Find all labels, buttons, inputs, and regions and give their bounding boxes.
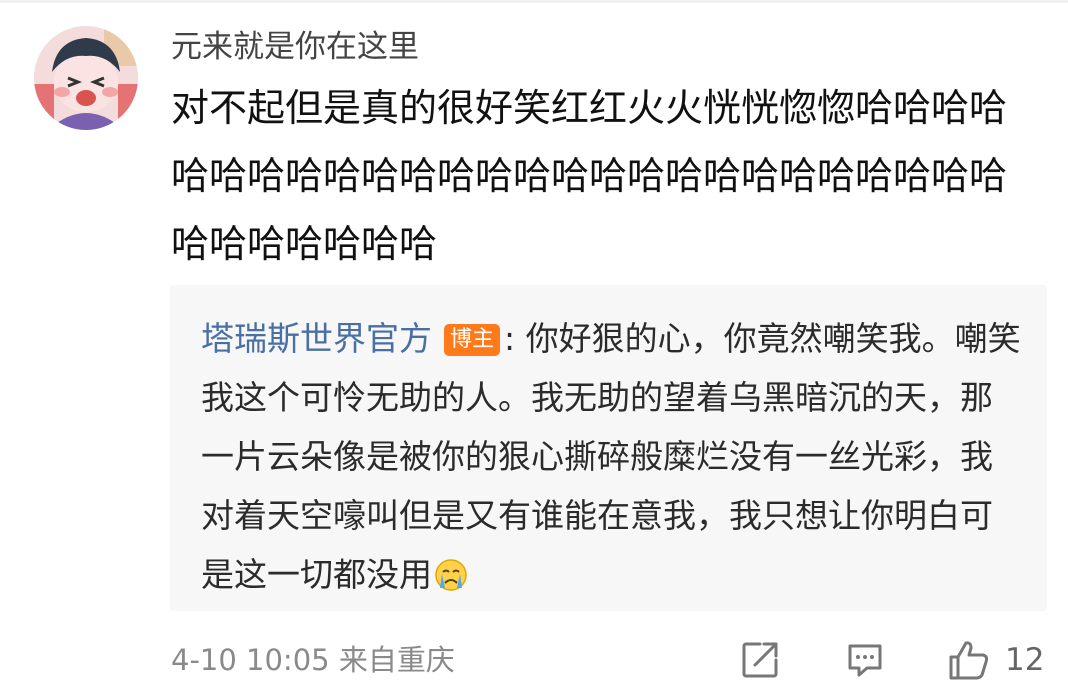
- crying-emoji-icon: [434, 551, 468, 591]
- share-icon: [742, 642, 778, 678]
- reply-content: 塔瑞斯世界官方 博主: 你好狠的心，你竟然嘲笑我。嘲笑我这个可怜无助的人。我无助的…: [201, 309, 1021, 604]
- like-button[interactable]: 12: [947, 638, 1044, 682]
- reply-button[interactable]: [845, 638, 885, 682]
- avatar-image: [34, 26, 138, 130]
- comment-text: 对不起但是真的很好笑红红火火恍恍惚惚哈哈哈哈哈哈哈哈哈哈哈哈哈哈哈哈哈哈哈哈哈哈…: [171, 86, 1008, 266]
- comment-icon: [848, 644, 882, 677]
- thumbs-up-icon: [949, 641, 989, 680]
- share-button[interactable]: [740, 638, 780, 682]
- reply-text: 你好狠的心，你竟然嘲笑我。嘲笑我这个可怜无助的人。我无助的望着乌黑暗沉的天，那一…: [201, 319, 1021, 594]
- comment-username[interactable]: 元来就是你在这里: [171, 24, 419, 70]
- comment-card: 元来就是你在这里 对不起但是真的很好笑红红火火恍恍惚惚哈哈哈哈哈哈哈哈哈哈哈哈哈…: [0, 0, 1068, 696]
- reply-box[interactable]: 塔瑞斯世界官方 博主: 你好狠的心，你竟然嘲笑我。嘲笑我这个可怜无助的人。我无助的…: [170, 285, 1047, 611]
- top-divider: [0, 0, 1068, 3]
- author-badge: 博主: [444, 324, 501, 356]
- comment-meta: 4-10 10:05 来自重庆: [171, 643, 455, 677]
- reply-author[interactable]: 塔瑞斯世界官方: [201, 319, 432, 358]
- avatar[interactable]: [34, 26, 138, 130]
- reply-separator: :: [504, 319, 516, 358]
- like-count: 12: [1005, 642, 1045, 678]
